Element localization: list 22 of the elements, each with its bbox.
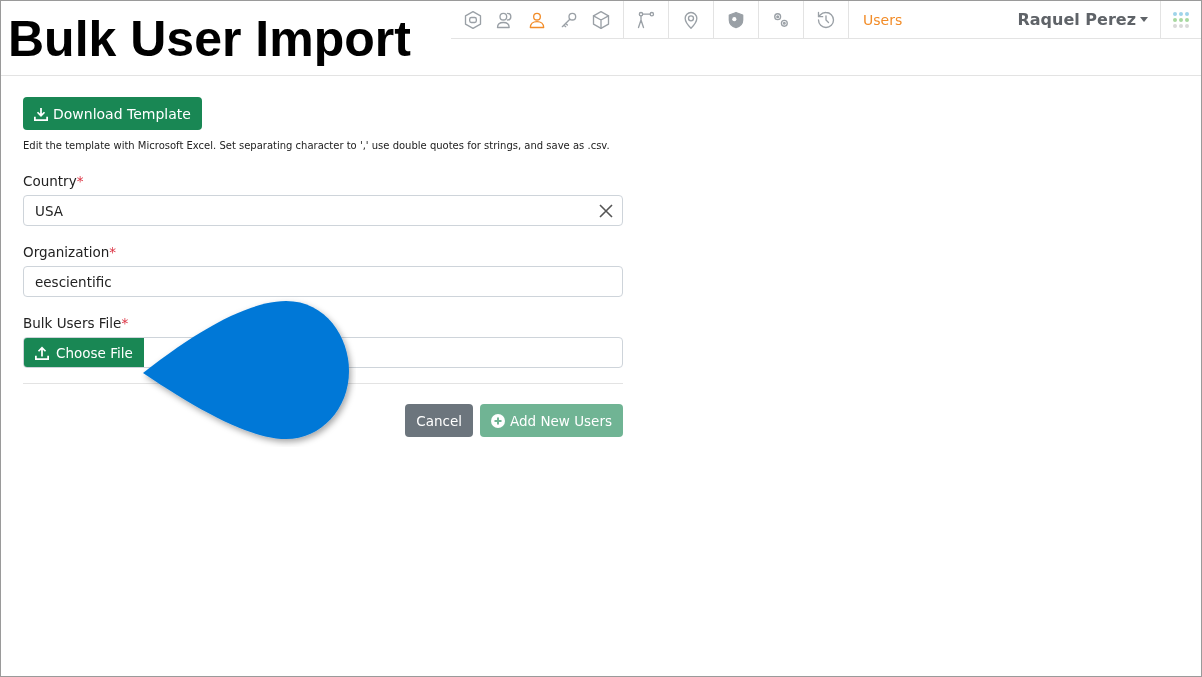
field-label: Organization* — [23, 244, 118, 260]
cancel-button[interactable]: Cancel — [405, 404, 474, 437]
help-text: Edit the template with Microsoft Excel. Set separating character to ',' use double quotes for strings, and save as .csv. — [23, 140, 611, 151]
user-menu[interactable]: Raquel Perez — [1005, 10, 1160, 29]
download-icon — [34, 106, 48, 121]
plus-circle-icon — [491, 413, 506, 428]
input-field[interactable]: eescientific — [23, 266, 623, 297]
apps-grid-icon — [1172, 10, 1190, 29]
history-icon — [816, 9, 836, 30]
upload-icon — [35, 345, 49, 360]
download-template-button[interactable]: Download Template — [23, 97, 202, 130]
select-field[interactable]: USA — [23, 195, 623, 226]
hexagon-badge-icon — [463, 9, 483, 30]
choose-file-button[interactable]: Choose File — [24, 338, 144, 367]
field-label: Country* — [23, 173, 85, 189]
cube-icon — [591, 9, 611, 30]
clear-icon[interactable] — [599, 203, 613, 218]
field-label: Bulk Users File* — [23, 315, 130, 331]
shield-icon — [726, 9, 746, 30]
caret-icon — [1140, 17, 1148, 22]
current-page-link[interactable]: Users — [849, 11, 917, 28]
route-icon — [636, 9, 656, 30]
